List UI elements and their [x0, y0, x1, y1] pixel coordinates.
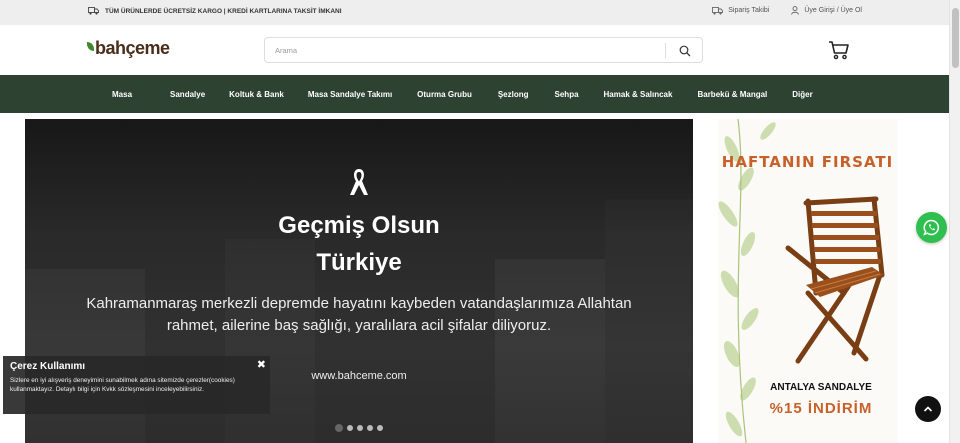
login-link[interactable]: Üye Girişi: [804, 7, 834, 14]
nav-item-diger[interactable]: Diğer: [792, 90, 812, 99]
slider-dot[interactable]: [367, 425, 373, 431]
cart-icon: [829, 41, 849, 60]
shipping-text: TÜM ÜRÜNLERDE ÜCRETSİZ KARGO | KREDİ KAR…: [105, 7, 342, 15]
slider-headline-2: Türkiye: [316, 249, 402, 276]
nav-item-sezlong[interactable]: Şezlong: [498, 90, 529, 99]
cookie-title: Çerez Kullanımı: [10, 361, 86, 372]
register-link[interactable]: / Üye Ol: [837, 7, 862, 14]
deal-title: HAFTANIN FIRSATI: [721, 153, 894, 171]
truck-icon: [712, 6, 724, 15]
scroll-to-top-button[interactable]: [915, 396, 941, 422]
nav-item-sandalye[interactable]: Sandalye: [170, 90, 205, 99]
slider-dot[interactable]: [377, 425, 383, 431]
search-button[interactable]: [676, 42, 694, 60]
slider-dot[interactable]: [335, 424, 343, 432]
page-scrollbar[interactable]: [949, 0, 960, 443]
leaf-icon: [87, 42, 94, 51]
product-chair-image: [785, 196, 885, 364]
search-box[interactable]: Arama: [264, 37, 703, 63]
nav-item-oturma-grubu[interactable]: Oturma Grubu: [417, 90, 472, 99]
deal-product-name: ANTALYA SANDALYE: [770, 382, 872, 393]
main-nav: Masa Sandalye Koltuk & Bank Masa Sandaly…: [0, 75, 949, 113]
slider-pagination: [335, 424, 383, 432]
nav-item-masa[interactable]: Masa: [112, 90, 132, 99]
order-tracking-link[interactable]: Sipariş Takibi: [712, 6, 770, 15]
nav-item-koltuk-bank[interactable]: Koltuk & Bank: [229, 90, 284, 99]
nav-item-sehpa[interactable]: Sehpa: [555, 90, 579, 99]
nav-item-masa-sandalye-takimi[interactable]: Masa Sandalye Takımı: [308, 90, 392, 99]
search-divider: [665, 43, 666, 58]
cookie-body: Sizlere en iyi alışveriş deneyimini suna…: [10, 377, 235, 393]
user-icon: [791, 6, 800, 15]
weekly-deal-banner[interactable]: HAFTANIN FIRSATI ANTALYA SANDALYE %15 İN…: [718, 119, 897, 443]
slider-dot[interactable]: [347, 425, 353, 431]
whatsapp-button[interactable]: [916, 212, 947, 243]
nav-item-hamak-salincak[interactable]: Hamak & Salıncak: [604, 90, 673, 99]
truck-icon: [88, 7, 99, 15]
cart-button[interactable]: [828, 39, 850, 61]
mourning-ribbon-icon: [350, 169, 368, 195]
slider-dot[interactable]: [357, 425, 363, 431]
deal-discount: %15 İNDİRİM: [769, 400, 873, 417]
order-tracking-label: Sipariş Takibi: [728, 7, 770, 14]
nav-item-barbeku-mangal[interactable]: Barbekü & Mangal: [697, 90, 767, 99]
slider-headline-1: Geçmiş Olsun: [278, 212, 440, 239]
search-input[interactable]: Arama: [275, 46, 297, 55]
cookie-close-button[interactable]: ✖: [257, 358, 266, 371]
site-logo[interactable]: bahçeme: [87, 38, 170, 59]
chevron-up-icon: [923, 406, 933, 412]
whatsapp-icon: [923, 219, 940, 236]
shipping-banner: TÜM ÜRÜNLERDE ÜCRETSİZ KARGO | KREDİ KAR…: [88, 7, 342, 15]
scrollbar-thumb[interactable]: [952, 8, 959, 68]
top-bar: TÜM ÜRÜNLERDE ÜCRETSİZ KARGO | KREDİ KAR…: [0, 0, 949, 25]
site-header: bahçeme Arama: [0, 25, 949, 75]
cookie-notice: Çerez Kullanımı ✖ Sizlere en iyi alışver…: [3, 356, 270, 414]
slider-message: Kahramanmaraş merkezli depremde hayatını…: [86, 295, 632, 334]
logo-text: ahçeme: [105, 38, 171, 58]
search-icon: [679, 45, 691, 57]
